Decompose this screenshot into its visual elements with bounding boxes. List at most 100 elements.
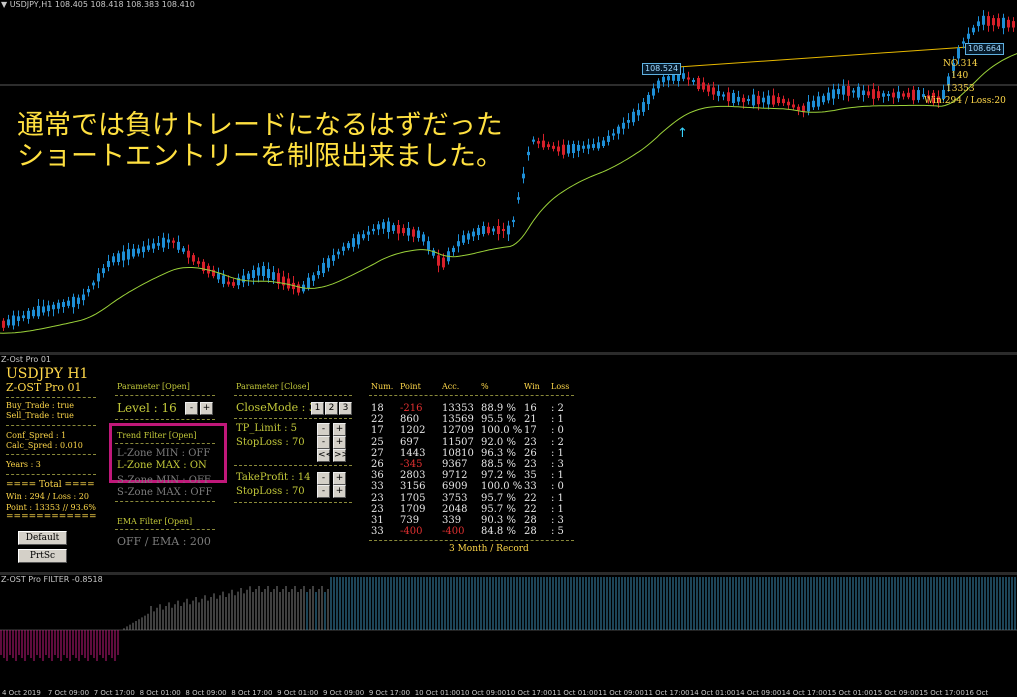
candle-body [792, 104, 795, 108]
l-zone-min-toggle[interactable]: L-Zone MIN : OFF [117, 448, 210, 459]
stop-loss-plus-button-1[interactable]: + [333, 436, 346, 449]
candle-body [882, 93, 885, 97]
years: Years : 3 [6, 460, 41, 469]
header-acc: Acc. [442, 382, 460, 391]
level-plus-button[interactable]: + [200, 402, 213, 415]
cell-loss: : 3 [551, 514, 564, 526]
candle-body [452, 247, 455, 253]
candle-body [392, 225, 395, 231]
filter-indicator-pane[interactable]: Z-OST Pro FILTER -0.8518 [0, 575, 1017, 686]
candle-body [107, 261, 110, 267]
cell-num: 23 [371, 503, 384, 515]
time-tick-label: 8 Oct 17:00 [231, 689, 273, 697]
candle-body [572, 143, 575, 154]
cell-point: 3156 [400, 481, 426, 493]
candle-body [22, 315, 25, 319]
candle-body [467, 233, 470, 240]
parameter-close-header[interactable]: Parameter [Close] [236, 382, 310, 391]
time-tick-label: 11 Oct 01:00 [552, 689, 598, 697]
cell-acc: 2048 [442, 503, 468, 515]
time-tick-label: 16 Oct [965, 689, 989, 697]
cell-num: 17 [371, 425, 384, 437]
candle-body [192, 255, 195, 262]
time-tick-label: 4 Oct 2019 [2, 689, 41, 697]
ema-filter-header[interactable]: EMA Filter [Open] [117, 517, 192, 526]
candle-body [397, 224, 400, 234]
candle-body [532, 139, 535, 142]
prev-button[interactable]: << [317, 449, 333, 462]
ea-panel-pane: Z-Ost Pro 01 USDJPY H1 Z-OST Pro 01 Buy_… [0, 355, 1017, 572]
price-label-right: 108.664 [965, 43, 1005, 55]
candle-body [127, 249, 130, 260]
candle-body [627, 119, 630, 123]
cell-acc: 9367 [442, 458, 468, 470]
candle-body [257, 267, 260, 276]
cell-percent: 96.3 % [481, 447, 516, 459]
cell-num: 36 [371, 470, 384, 482]
stop-loss-minus-button-2[interactable]: - [317, 485, 330, 498]
point-total: Point : 13353 // 93.6% [6, 503, 96, 512]
header-num: Num. [371, 382, 394, 391]
candle-body [122, 251, 125, 261]
trend-filter-header[interactable]: Trend Filter [Open] [117, 431, 197, 440]
candle-body [582, 145, 585, 149]
candle-body [507, 225, 510, 235]
candle-body [162, 237, 165, 248]
candle-body [1007, 19, 1010, 28]
level-minus-button[interactable]: - [185, 402, 198, 415]
close-mode-3-button[interactable]: 3 [339, 402, 352, 415]
take-profit-minus-button[interactable]: - [317, 472, 330, 485]
close-mode-1-button[interactable]: 1 [311, 402, 324, 415]
l-zone-max-toggle[interactable]: L-Zone MAX : ON [117, 460, 207, 471]
candle-body [27, 310, 30, 319]
cell-win: 23 [524, 436, 537, 448]
candle-body [607, 135, 610, 142]
time-tick-label: 14 Oct 01:00 [689, 689, 736, 697]
s-zone-max-toggle[interactable]: S-Zone MAX : OFF [117, 487, 212, 498]
candle-body [387, 221, 390, 233]
close-mode-2-button[interactable]: 2 [325, 402, 338, 415]
candle-body [822, 95, 825, 103]
stop-loss-minus-button-1[interactable]: - [317, 436, 330, 449]
prtsc-button[interactable]: PrtSc [18, 549, 67, 563]
candle-body [867, 91, 870, 96]
cell-percent: 84.8 % [481, 526, 516, 538]
tp-limit-plus-button[interactable]: + [333, 423, 346, 436]
cell-percent: 100.0 % [481, 481, 523, 493]
cell-loss: : 1 [551, 503, 564, 515]
annotation-acc: 13353 [946, 84, 975, 94]
candle-body [912, 89, 915, 101]
cell-loss: : 2 [551, 403, 564, 414]
candle-body [362, 234, 365, 239]
annotation-win-loss: Win:294 / Loss:20 [924, 96, 1006, 106]
tp-limit-minus-button[interactable]: - [317, 423, 330, 436]
take-profit-plus-button[interactable]: + [333, 472, 346, 485]
price-chart-pane[interactable]: ▼ USDJPY,H1 108.405 108.418 108.383 108.… [0, 0, 1017, 352]
cell-win: 22 [524, 492, 537, 504]
cell-num: 31 [371, 514, 384, 526]
stop-loss-plus-button-2[interactable]: + [333, 485, 346, 498]
candle-body [787, 101, 790, 106]
ema-filter-values[interactable]: OFF / EMA : 200 [117, 535, 211, 548]
next-button[interactable]: >> [333, 449, 349, 462]
close-mode-value: CloseMode : 3 [236, 401, 316, 414]
candlestick-chart [0, 10, 1017, 334]
default-button[interactable]: Default [18, 531, 67, 545]
s-zone-min-toggle[interactable]: S-Zone MIN : OFF [117, 475, 211, 486]
win-loss-total: Win : 294 / Loss : 20 [6, 492, 89, 501]
cell-num: 25 [371, 436, 384, 448]
candle-body [892, 92, 895, 98]
candle-body [797, 106, 800, 111]
cell-percent: 88.5 % [481, 458, 516, 470]
cell-win: 17 [524, 425, 537, 437]
divider [115, 501, 215, 502]
candle-body [337, 251, 340, 255]
cell-point: 2803 [400, 470, 426, 482]
cell-loss: : 1 [551, 470, 564, 482]
candle-body [97, 273, 100, 282]
parameter-open-header[interactable]: Parameter [Open] [117, 382, 190, 391]
cell-num: 23 [371, 492, 384, 504]
candle-body [47, 305, 50, 312]
candle-body [907, 92, 910, 98]
candle-body [117, 253, 120, 263]
